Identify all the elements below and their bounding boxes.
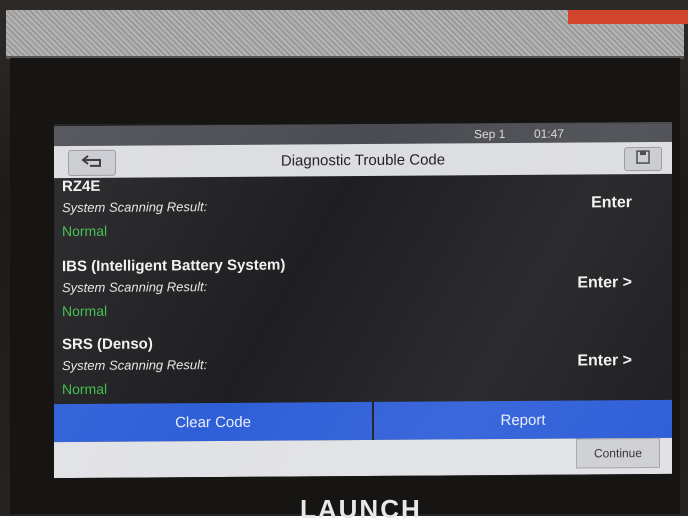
save-button[interactable] bbox=[624, 146, 662, 172]
footer-bar: Continue bbox=[54, 437, 672, 479]
scan-status: Normal bbox=[62, 222, 108, 240]
clear-code-button[interactable]: Clear Code bbox=[54, 401, 372, 443]
device-screen: Sep 1 01:47 Diagnostic Trouble Code RZ4E… bbox=[54, 121, 672, 479]
enter-button[interactable]: Enter > bbox=[577, 274, 632, 292]
device-brand-logo: LAUNCH bbox=[300, 494, 422, 524]
enter-button[interactable]: Enter > bbox=[577, 352, 632, 370]
status-date: Sep 1 bbox=[474, 127, 506, 142]
report-button[interactable]: Report bbox=[374, 399, 672, 440]
scan-status: Normal bbox=[62, 380, 108, 398]
page-title: Diagnostic Trouble Code bbox=[280, 151, 446, 170]
system-item-ibs[interactable]: IBS (Intelligent Battery System) System … bbox=[54, 254, 672, 338]
enter-button[interactable]: Enter bbox=[591, 194, 632, 212]
action-bar: Clear Code Report bbox=[54, 399, 672, 443]
scan-result-label: System Scanning Result: bbox=[62, 357, 208, 374]
system-name: RZ4E bbox=[62, 177, 101, 196]
title-bar: Diagnostic Trouble Code bbox=[54, 141, 672, 179]
scan-status: Normal bbox=[62, 302, 108, 320]
system-name: SRS (Denso) bbox=[62, 335, 153, 354]
system-item-rz4e[interactable]: RZ4E System Scanning Result: Normal Ente… bbox=[54, 174, 672, 258]
system-list: RZ4E System Scanning Result: Normal Ente… bbox=[54, 174, 672, 404]
status-time: 01:47 bbox=[534, 126, 565, 141]
scan-result-label: System Scanning Result: bbox=[62, 199, 208, 216]
continue-button[interactable]: Continue bbox=[576, 437, 660, 469]
device-accent-strip bbox=[568, 10, 688, 24]
save-icon bbox=[635, 149, 651, 168]
system-name: IBS (Intelligent Battery System) bbox=[62, 256, 286, 276]
scan-result-label: System Scanning Result: bbox=[62, 279, 208, 296]
